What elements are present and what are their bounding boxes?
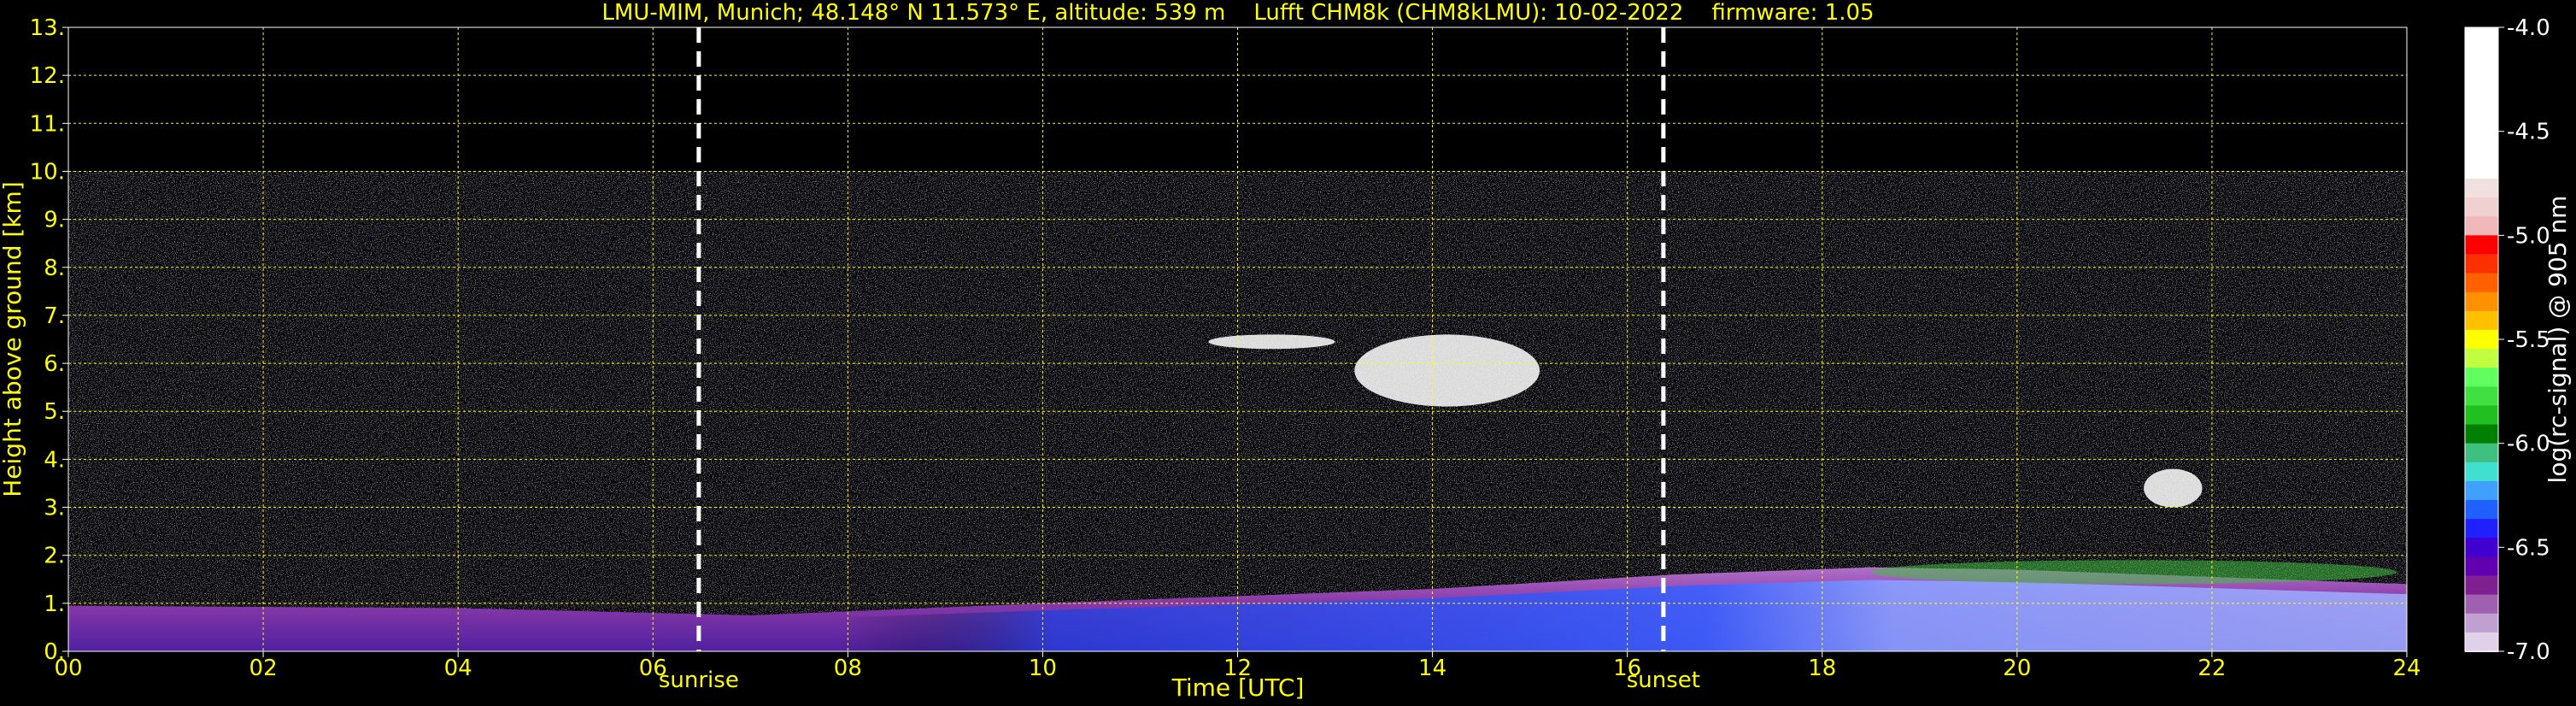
x-tick-label: 08 <box>834 656 862 681</box>
x-tick-label: 02 <box>249 656 278 681</box>
colorbar-swatch <box>2465 235 2498 256</box>
colorbar-swatch <box>2465 443 2498 463</box>
y-tick-label: 7. <box>44 303 65 329</box>
y-tick-label: 5. <box>44 399 65 425</box>
colorbar-swatch <box>2465 310 2498 331</box>
colorbar-swatch <box>2465 27 2498 48</box>
x-tick-label: 24 <box>2392 656 2421 681</box>
y-tick-label: 9. <box>44 208 65 233</box>
y-tick-label: 8. <box>44 256 65 281</box>
colorbar-tick-label: -4.0 <box>2507 15 2550 41</box>
y-tick-label: 12. <box>30 63 65 89</box>
colorbar-swatch <box>2465 594 2498 615</box>
colorbar <box>2465 27 2498 652</box>
colorbar-swatch <box>2465 405 2498 426</box>
x-tick-label: 14 <box>1418 656 1446 681</box>
colorbar-swatch <box>2465 159 2498 179</box>
colorbar-tick-label: -6.5 <box>2507 535 2550 561</box>
colorbar-swatch <box>2465 329 2498 350</box>
y-ticks: 0. 1. 2. 3. 4. 5. 6. 7. 8. 9. 10. 11. 12. 13. <box>30 15 68 665</box>
colorbar-swatch <box>2465 291 2498 312</box>
colorbar-swatch <box>2465 632 2498 652</box>
x-tick-label: 16 <box>1613 656 1641 681</box>
colorbar-swatch <box>2465 538 2498 558</box>
cloud-layer <box>1354 334 1540 407</box>
colorbar-swatch <box>2465 103 2498 123</box>
sunrise-label: sunrise <box>659 668 739 693</box>
x-tick-label: 22 <box>2198 656 2226 681</box>
y-tick-label: 10. <box>30 159 65 185</box>
y-tick-label: 11. <box>30 111 65 137</box>
colorbar-label: log(rc-signal) @ 905 nm <box>2544 196 2572 484</box>
x-tick-label: 06 <box>639 656 667 681</box>
colorbar-tick-label: -4.5 <box>2507 120 2550 145</box>
x-tick-label: 20 <box>2003 656 2031 681</box>
y-tick-label: 4. <box>44 447 65 473</box>
colorbar-swatch <box>2465 462 2498 482</box>
colorbar-swatch <box>2465 575 2498 596</box>
y-tick-label: 13. <box>30 15 65 41</box>
y-tick-label: 6. <box>44 351 65 377</box>
colorbar-swatch <box>2465 368 2498 388</box>
colorbar-swatch <box>2465 273 2498 293</box>
cloud-layer <box>1870 560 2397 585</box>
colorbar-swatch <box>2465 178 2498 199</box>
ceilometer-chart: sunrise sunset 00 02 04 06 08 10 12 14 16 18 20 22 24… <box>0 0 2572 702</box>
colorbar-swatch <box>2465 140 2498 161</box>
colorbar-swatch <box>2465 424 2498 444</box>
colorbar-swatch <box>2465 480 2498 502</box>
colorbar-swatch <box>2465 121 2498 142</box>
y-tick-label: 2. <box>44 544 65 569</box>
colorbar-swatch <box>2465 500 2498 521</box>
chart-title: LMU-MIM, Munich; 48.148° N 11.573° E, al… <box>601 0 1874 26</box>
colorbar-swatch <box>2465 349 2498 369</box>
x-axis-label: Time [UTC] <box>1171 674 1305 702</box>
y-tick-label: 0. <box>44 639 65 665</box>
colorbar-swatch <box>2465 216 2498 237</box>
colorbar-ticks: -4.0-4.5-5.0-5.5-6.0-6.5-7.0 <box>2498 15 2550 665</box>
colorbar-swatch <box>2465 46 2498 67</box>
colorbar-swatch <box>2465 519 2498 539</box>
x-tick-label: 18 <box>1808 656 1836 681</box>
colorbar-swatch <box>2465 197 2498 218</box>
x-tick-label: 10 <box>1029 656 1057 681</box>
colorbar-swatch <box>2465 84 2498 104</box>
y-tick-label: 3. <box>44 496 65 521</box>
cloud-layer <box>2144 468 2203 508</box>
colorbar-swatch <box>2465 254 2498 274</box>
cloud-layer <box>1208 334 1335 350</box>
y-axis-label: Height above ground [km] <box>0 181 26 497</box>
colorbar-swatch <box>2465 613 2498 633</box>
colorbar-swatch <box>2465 386 2498 407</box>
colorbar-swatch <box>2465 556 2498 577</box>
x-tick-label: 04 <box>444 656 472 681</box>
colorbar-swatch <box>2465 65 2498 85</box>
colorbar-tick-label: -7.0 <box>2507 639 2550 665</box>
y-tick-label: 1. <box>44 591 65 617</box>
